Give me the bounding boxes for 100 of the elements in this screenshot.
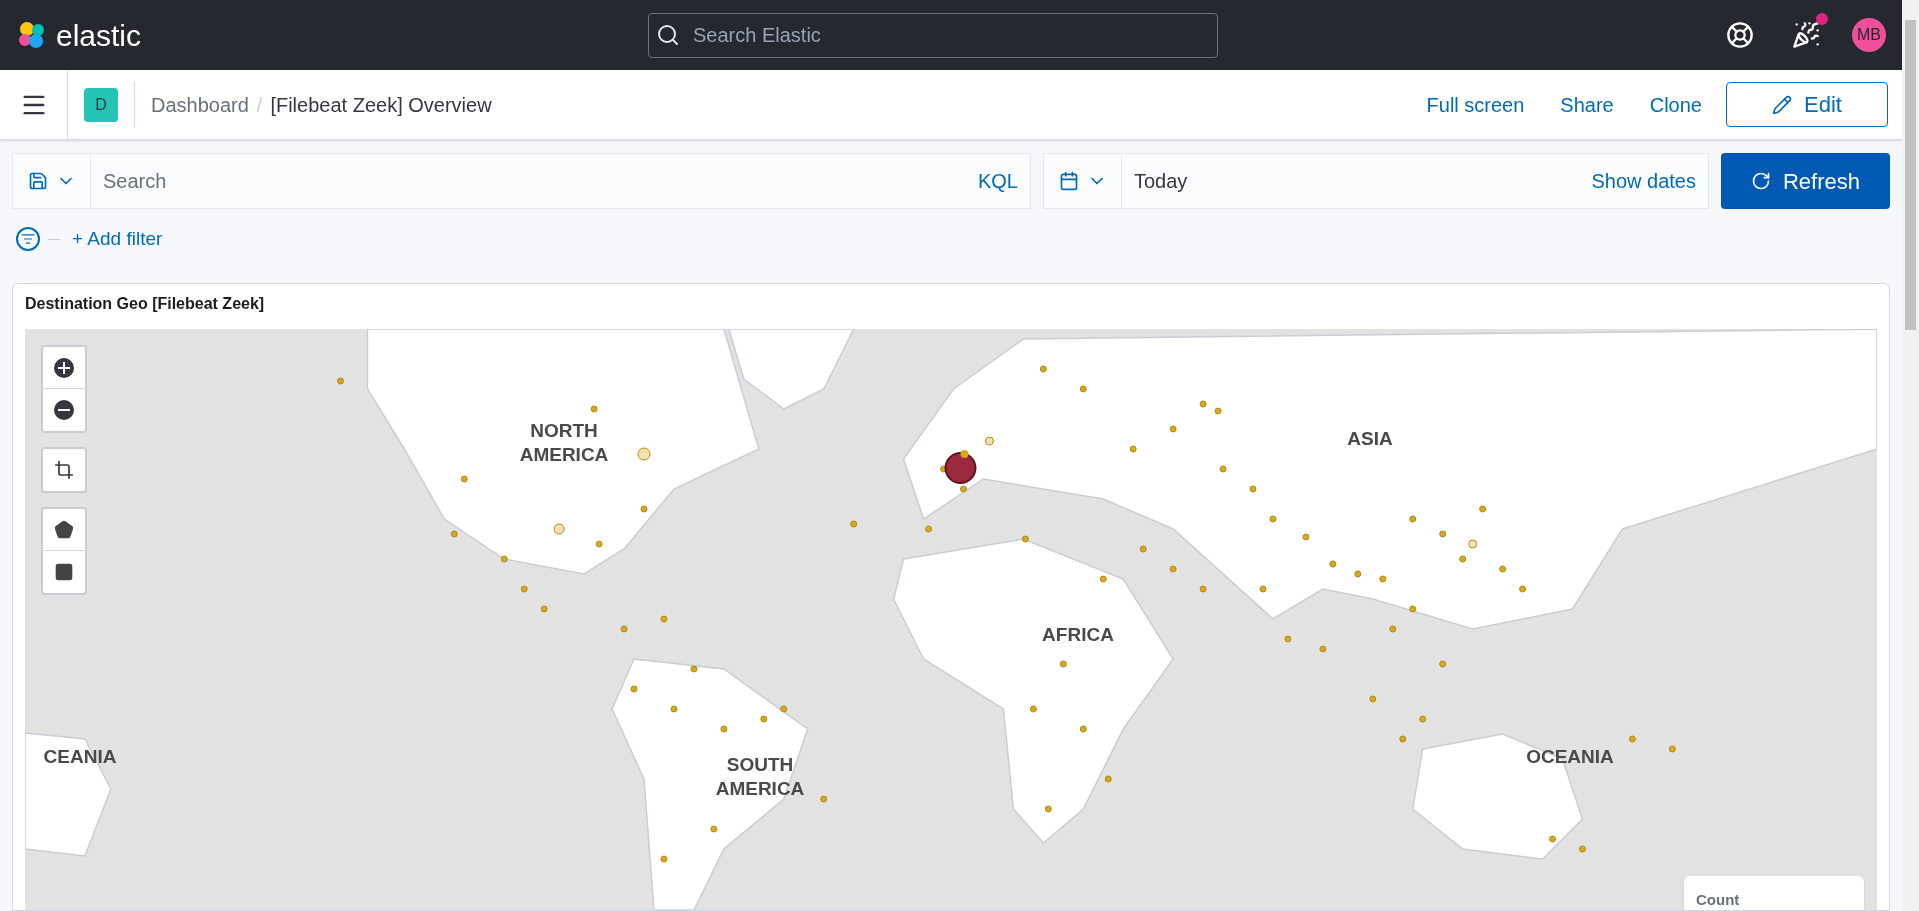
map-point <box>1079 725 1087 733</box>
query-field[interactable]: Search KQL <box>12 153 1031 209</box>
map-label: OCEANIA <box>1525 745 1615 769</box>
refresh-button[interactable]: Refresh <box>1721 153 1890 209</box>
map-point <box>1079 385 1087 393</box>
map-point <box>660 615 668 623</box>
map-point <box>1199 585 1207 593</box>
app-badge[interactable]: D <box>84 87 118 122</box>
map-point <box>1439 660 1447 668</box>
map-point <box>660 855 668 863</box>
date-range[interactable]: Today <box>1122 166 1580 196</box>
map-point <box>1099 575 1107 583</box>
map-point <box>620 625 628 633</box>
map-point <box>984 436 994 446</box>
square-icon <box>54 562 74 582</box>
map-point <box>1369 695 1377 703</box>
minus-icon <box>53 399 75 421</box>
map-point <box>553 523 565 535</box>
map-point <box>1409 515 1417 523</box>
map-point <box>1399 735 1407 743</box>
map-point <box>1479 505 1487 513</box>
map-point <box>1219 465 1227 473</box>
map-point <box>1169 425 1177 433</box>
user-avatar[interactable]: MB <box>1852 18 1886 52</box>
fit-bounds-button[interactable] <box>41 447 87 493</box>
map-point <box>1214 407 1222 415</box>
header-link[interactable]: Share <box>1560 89 1614 120</box>
map-point <box>1044 805 1052 813</box>
header-link[interactable]: Clone <box>1649 89 1702 120</box>
map-point <box>1039 365 1047 373</box>
map-point <box>1269 515 1277 523</box>
pentagon-icon <box>54 519 74 540</box>
map-point <box>690 665 698 673</box>
refresh-icon <box>1750 171 1771 191</box>
query-language-button[interactable]: KQL <box>965 166 1030 196</box>
calendar-icon <box>1058 171 1079 191</box>
map-point <box>1021 535 1029 543</box>
map-point <box>1379 575 1387 583</box>
map-point <box>1628 735 1636 743</box>
search-icon <box>656 22 680 47</box>
map-point <box>637 447 651 461</box>
legend-title: Count <box>1696 891 1740 908</box>
map-label: NORTH AMERICA <box>518 419 610 467</box>
map-point <box>1199 400 1207 408</box>
brand-name: elastic <box>56 17 142 54</box>
map-point <box>1104 775 1112 783</box>
map-point <box>520 585 528 593</box>
map-point <box>1389 625 1397 633</box>
map-point <box>710 825 718 833</box>
map-point <box>1519 585 1527 593</box>
map-point <box>640 505 648 513</box>
map-point <box>1409 605 1417 613</box>
map-label: ASIA <box>1346 427 1394 451</box>
scrollbar-thumb[interactable] <box>1905 20 1916 330</box>
pencil-icon <box>1772 94 1793 115</box>
help-button[interactable] <box>1726 21 1754 49</box>
map-point <box>1419 715 1427 723</box>
add-filter-link[interactable]: + Add filter <box>72 224 163 254</box>
map-point <box>720 725 728 733</box>
header-link[interactable]: Full screen <box>1426 89 1525 120</box>
map-point <box>500 555 508 563</box>
crop-icon <box>54 460 74 480</box>
edit-button[interactable]: Edit <box>1726 82 1888 127</box>
map-point <box>1169 565 1177 573</box>
search-field[interactable]: Search Elastic <box>648 12 1218 58</box>
map-point <box>1499 565 1507 573</box>
map-point <box>1459 555 1467 563</box>
map-point <box>590 405 598 413</box>
map-label: SOUTH AMERICA <box>714 753 806 801</box>
filter-icon <box>21 232 35 246</box>
breadcrumb: [Filebeat Zeek] Overview <box>270 92 492 118</box>
filter-options-button[interactable] <box>16 227 40 251</box>
map-point <box>1284 635 1292 643</box>
map-point <box>450 530 458 538</box>
breadcrumb-separator: / <box>256 92 263 118</box>
map-point <box>780 705 788 713</box>
map-point <box>850 520 858 528</box>
map-point <box>1354 570 1362 578</box>
breadcrumb[interactable]: Dashboard <box>151 89 249 120</box>
map-point <box>1249 485 1257 493</box>
panel-title: Destination Geo [Filebeat Zeek] <box>24 294 266 314</box>
map-point <box>540 605 548 613</box>
news-button[interactable] <box>1792 21 1820 49</box>
map-point <box>1319 645 1327 653</box>
map-point <box>925 525 933 533</box>
plus-icon <box>53 356 75 379</box>
map-point <box>1439 530 1447 538</box>
map-point <box>337 377 344 385</box>
map-point <box>1579 845 1586 853</box>
map-point <box>1139 545 1147 553</box>
map-point <box>1668 745 1676 753</box>
map-point <box>1029 705 1037 713</box>
show-dates-link[interactable]: Show dates <box>1579 166 1708 196</box>
map-point <box>1259 585 1267 593</box>
map-point <box>630 685 638 693</box>
map-point <box>460 475 468 483</box>
map-point <box>1129 445 1137 453</box>
map-point <box>1468 539 1478 549</box>
map-point <box>1302 533 1310 541</box>
map-point <box>1549 835 1556 843</box>
